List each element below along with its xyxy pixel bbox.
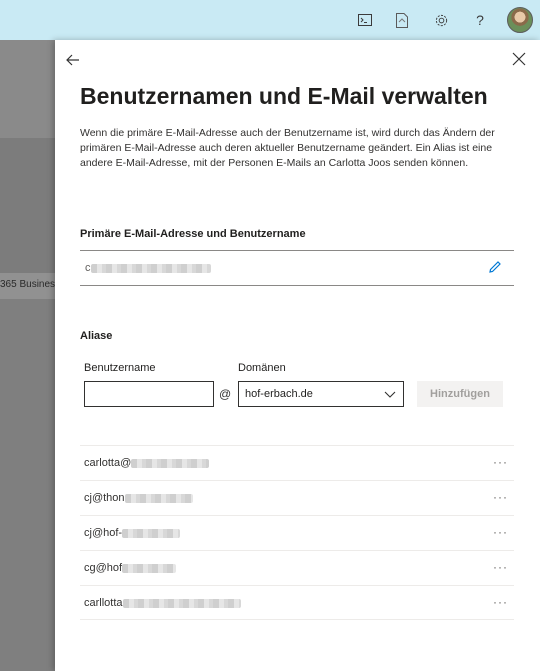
redacted-text (124, 493, 193, 503)
gear-icon[interactable] (431, 10, 451, 30)
primary-email-field: c (80, 250, 514, 286)
page-backdrop: 365 Business (0, 40, 55, 671)
more-options-icon[interactable]: ··· (493, 560, 508, 574)
backdrop-band (0, 138, 55, 273)
document-icon[interactable] (392, 10, 412, 30)
more-options-icon[interactable]: ··· (493, 455, 508, 469)
backdrop-band (0, 40, 55, 138)
list-item: carllotta ··· (80, 585, 514, 620)
domain-selected-value: hof-erbach.de (245, 388, 313, 400)
more-options-icon[interactable]: ··· (493, 490, 508, 504)
list-item: cg@hof ··· (80, 550, 514, 585)
list-item: cj@hof- ··· (80, 515, 514, 550)
backdrop-strip-text: 365 Business (0, 279, 55, 290)
back-arrow-icon[interactable] (65, 52, 83, 70)
redacted-text (122, 528, 181, 538)
domain-dropdown[interactable]: hof-erbach.de (238, 381, 404, 407)
redacted-text (122, 598, 241, 608)
redacted-text (122, 563, 177, 573)
help-icon[interactable]: ? (470, 10, 490, 30)
primary-email-value: c (85, 262, 211, 274)
close-icon[interactable] (512, 52, 528, 68)
alias-address: carllotta (84, 597, 241, 609)
page-title: Benutzernamen und E-Mail verwalten (80, 83, 488, 109)
aliases-heading: Aliase (80, 330, 113, 342)
domains-label: Domänen (238, 362, 286, 374)
edit-pencil-icon[interactable] (488, 260, 504, 276)
redacted-text (131, 458, 210, 468)
manage-email-panel: Benutzernamen und E-Mail verwalten Wenn … (55, 40, 540, 671)
more-options-icon[interactable]: ··· (493, 595, 508, 609)
alias-list: carlotta@ ··· cj@thon ··· cj@hof- ··· cg… (80, 445, 514, 620)
chevron-down-icon (383, 387, 397, 401)
alias-address: cj@thon (84, 492, 193, 504)
more-options-icon[interactable]: ··· (493, 525, 508, 539)
username-input[interactable] (84, 381, 214, 407)
panel-description: Wenn die primäre E-Mail-Adresse auch der… (80, 127, 495, 169)
redacted-text (90, 263, 211, 273)
alias-address: cj@hof- (84, 527, 181, 539)
list-item: cj@thon ··· (80, 480, 514, 515)
username-label: Benutzername (84, 362, 156, 374)
terminal-icon[interactable] (355, 10, 375, 30)
avatar[interactable] (507, 7, 533, 33)
add-alias-button[interactable]: Hinzufügen (417, 381, 503, 407)
primary-email-label: Primäre E-Mail-Adresse und Benutzername (80, 228, 306, 240)
top-bar: ? (0, 0, 540, 40)
list-item: carlotta@ ··· (80, 445, 514, 480)
at-sign: @ (219, 387, 232, 401)
alias-address: carlotta@ (84, 457, 210, 469)
alias-address: cg@hof (84, 562, 177, 574)
primary-email-prefix: c (85, 262, 91, 274)
